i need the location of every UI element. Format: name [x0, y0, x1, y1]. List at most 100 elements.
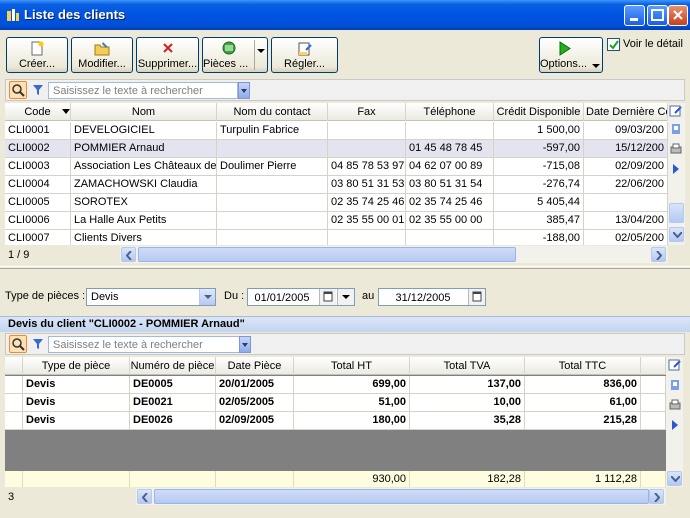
col-total-ttc[interactable]: Total TTC [525, 357, 641, 375]
options-label: Options... [540, 58, 588, 70]
table-row[interactable]: CLI0002 POMMIER Arnaud 01 45 48 78 45 -597,… [5, 140, 668, 158]
table-cell: Association Les Châteaux de F [71, 158, 217, 176]
totals-empty-2 [130, 471, 216, 487]
edit-grid-icon[interactable] [668, 358, 682, 372]
modify-button[interactable]: Modifier... [71, 37, 133, 73]
table-row[interactable]: Devis DE0026 02/09/2005 180,00 35,28 215,28 [5, 412, 666, 430]
scroll-down-button[interactable] [667, 471, 682, 486]
pieces-button[interactable]: Pièces ... [202, 37, 268, 73]
edit-grid-icon[interactable] [669, 104, 683, 118]
title-bar: Liste des clients [0, 0, 690, 30]
col-phone[interactable]: Téléphone [406, 103, 494, 121]
horizontal-scroll-thumb[interactable] [138, 247, 516, 262]
pieces-horizontal-scrollbar[interactable] [136, 488, 666, 505]
table-cell: -276,74 [494, 176, 584, 194]
table-cell: -188,00 [494, 230, 584, 245]
date-from-field[interactable]: 01/01/2005 [247, 288, 355, 306]
scroll-down-button[interactable] [669, 227, 684, 242]
table-cell: 5 405,44 [494, 194, 584, 212]
horizontal-scroll-thumb[interactable] [154, 489, 649, 504]
detail-search-dropdown[interactable] [239, 336, 251, 353]
table-cell: CLI0006 [5, 212, 71, 230]
show-detail-label: Voir le détail [623, 38, 683, 50]
col-total-ht[interactable]: Total HT [294, 357, 410, 375]
table-cell: Devis [23, 394, 130, 412]
scroll-thumb[interactable] [669, 203, 684, 223]
total-tva-sum: 182,28 [410, 471, 525, 487]
minimize-button[interactable] [624, 5, 645, 26]
calendar-icon[interactable] [319, 289, 336, 305]
table-row[interactable]: CLI0006 La Halle Aux Petits 02 35 55 00 01… [5, 212, 668, 230]
client-search-dropdown[interactable] [238, 82, 250, 99]
table-cell [328, 230, 406, 245]
settle-button[interactable]: Régler... [271, 37, 338, 73]
table-row[interactable]: CLI0003 Association Les Châteaux de F Doul… [5, 158, 668, 176]
table-cell: DEVELOGICIEL [71, 122, 217, 140]
show-detail-checkbox[interactable] [607, 38, 620, 51]
date-from-label: Du : [224, 290, 245, 302]
col-last-order-date[interactable]: Date Dernière Co [584, 103, 668, 121]
arrow-right-icon[interactable] [668, 418, 682, 432]
search-icon[interactable] [9, 335, 27, 353]
scroll-left-button[interactable] [121, 247, 136, 262]
print-icon[interactable] [669, 142, 683, 156]
row-indicator[interactable] [5, 394, 23, 412]
table-row[interactable]: CLI0001 DEVELOGICIEL Turpulin Fabrice 1 500… [5, 122, 668, 140]
col-piece-number[interactable]: Numéro de pièce [130, 357, 216, 375]
date-dropdown-icon[interactable] [337, 289, 354, 305]
print-icon[interactable] [668, 398, 682, 412]
arrow-right-icon[interactable] [669, 162, 683, 176]
client-search-input[interactable]: Saisissez le texte à rechercher [48, 82, 238, 99]
scroll-right-button[interactable] [651, 247, 666, 262]
export-icon[interactable] [668, 378, 682, 392]
piece-type-select[interactable]: Devis [86, 288, 216, 306]
table-cell: 51,00 [294, 394, 410, 412]
pieces-grid: Type de pièce Numéro de pièce Date Pièce… [5, 357, 666, 487]
chevron-left-icon [126, 251, 132, 260]
table-cell: 02 35 55 00 01 [328, 212, 406, 230]
row-indicator-header [5, 357, 23, 375]
table-cell: 15/12/200 [584, 140, 668, 158]
close-button[interactable] [668, 5, 688, 26]
table-row[interactable]: CLI0005 SOROTEX 02 35 74 25 46 02 35 74 25 … [5, 194, 668, 212]
create-button[interactable]: Créer... [6, 37, 68, 73]
splitter[interactable] [0, 266, 690, 269]
row-indicator[interactable] [5, 376, 23, 394]
checkmark-icon [609, 40, 619, 50]
scroll-right-button[interactable] [649, 489, 664, 504]
filter-icon[interactable] [32, 84, 44, 96]
pieces-grid-header: Type de pièce Numéro de pièce Date Pièce… [5, 357, 666, 375]
settle-label: Régler... [284, 58, 325, 70]
search-icon[interactable] [9, 81, 27, 99]
col-fax[interactable]: Fax [328, 103, 406, 121]
chevron-down-icon[interactable] [199, 289, 215, 305]
sort-desc-icon [62, 109, 70, 114]
table-row[interactable]: Devis DE0005 20/01/2005 699,00 137,00 836,00 [5, 376, 666, 394]
col-piece-date[interactable]: Date Pièce [216, 357, 294, 375]
pieces-dropdown-arrow-icon[interactable] [257, 49, 265, 53]
options-button[interactable]: Options... [539, 37, 603, 73]
col-contact[interactable]: Nom du contact [217, 103, 328, 121]
clients-horizontal-scrollbar[interactable] [120, 246, 668, 263]
table-cell: -715,08 [494, 158, 584, 176]
maximize-button[interactable] [647, 5, 668, 26]
detail-search-input[interactable]: Saisissez le texte à rechercher [48, 336, 240, 353]
edit-folder-icon [94, 42, 110, 56]
col-credit[interactable]: Crédit Disponible [494, 103, 584, 121]
row-indicator[interactable] [5, 412, 23, 430]
col-total-tva[interactable]: Total TVA [410, 357, 525, 375]
scroll-left-button[interactable] [137, 489, 152, 504]
table-row[interactable]: CLI0007 Clients Divers -188,00 02/05/200 [5, 230, 668, 245]
options-dropdown-arrow-icon[interactable] [592, 64, 600, 68]
table-row[interactable]: CLI0004 ZAMACHOWSKI Claudia 03 80 51 31 53… [5, 176, 668, 194]
col-piece-type[interactable]: Type de pièce [23, 357, 130, 375]
date-to-field[interactable]: 31/12/2005 [378, 288, 486, 306]
delete-icon [162, 43, 173, 53]
totals-row: 930,00 182,28 1 112,28 [5, 471, 666, 487]
table-row[interactable]: Devis DE0021 02/05/2005 51,00 10,00 61,00 [5, 394, 666, 412]
filter-icon[interactable] [32, 338, 44, 350]
export-icon[interactable] [669, 122, 683, 136]
delete-button[interactable]: Supprimer... [136, 37, 199, 73]
calendar-icon[interactable] [468, 289, 485, 305]
col-name[interactable]: Nom [71, 103, 217, 121]
